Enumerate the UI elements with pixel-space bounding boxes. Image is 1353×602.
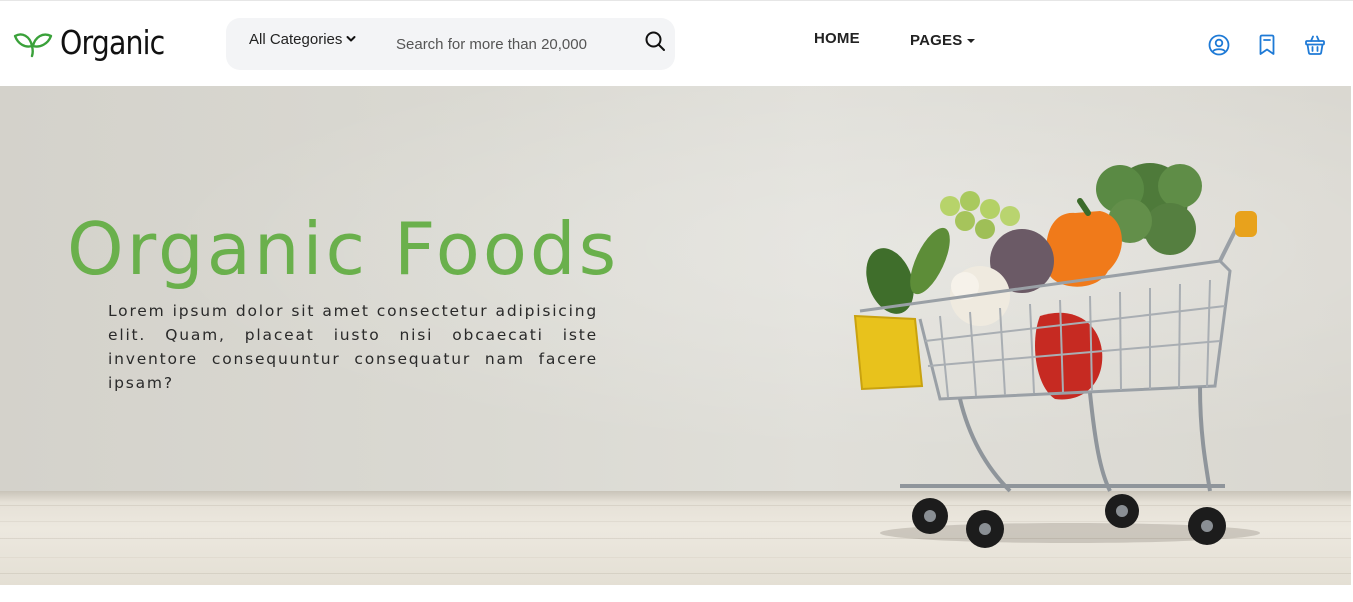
leaf-logo-icon [13,33,53,58]
user-icon [1208,34,1230,56]
cart-button[interactable] [1303,33,1327,57]
category-select[interactable]: All Categories [249,28,356,50]
bookmark-icon [1259,34,1275,55]
caret-down-icon [967,38,976,43]
search-icon[interactable] [643,29,667,53]
chevron-down-icon [346,36,356,42]
basket-icon [1305,35,1325,55]
search-bar: All Categories [226,18,675,70]
hero-description: Lorem ipsum dolor sit amet consectetur a… [108,302,598,392]
hero-banner: Organic Foods Lorem ipsum dolor sit amet… [0,86,1351,585]
user-account-button[interactable] [1207,33,1231,57]
search-input[interactable] [396,32,626,56]
nav-home[interactable]: HOME [814,30,860,50]
nav-pages-dropdown[interactable]: PAGES [910,30,976,50]
logo-text: Organic [60,23,165,62]
site-header: Organic All Categories HOME PAGES [0,0,1353,86]
category-select-label: All Categories [249,30,343,48]
logo[interactable]: Organic [12,23,181,63]
nav-pages-label: PAGES [910,31,963,49]
page-bottom-strip [0,585,1353,602]
hero-title: Organic Foods [67,207,620,291]
wishlist-button[interactable] [1255,33,1279,57]
shopping-cart-image [853,163,1260,548]
